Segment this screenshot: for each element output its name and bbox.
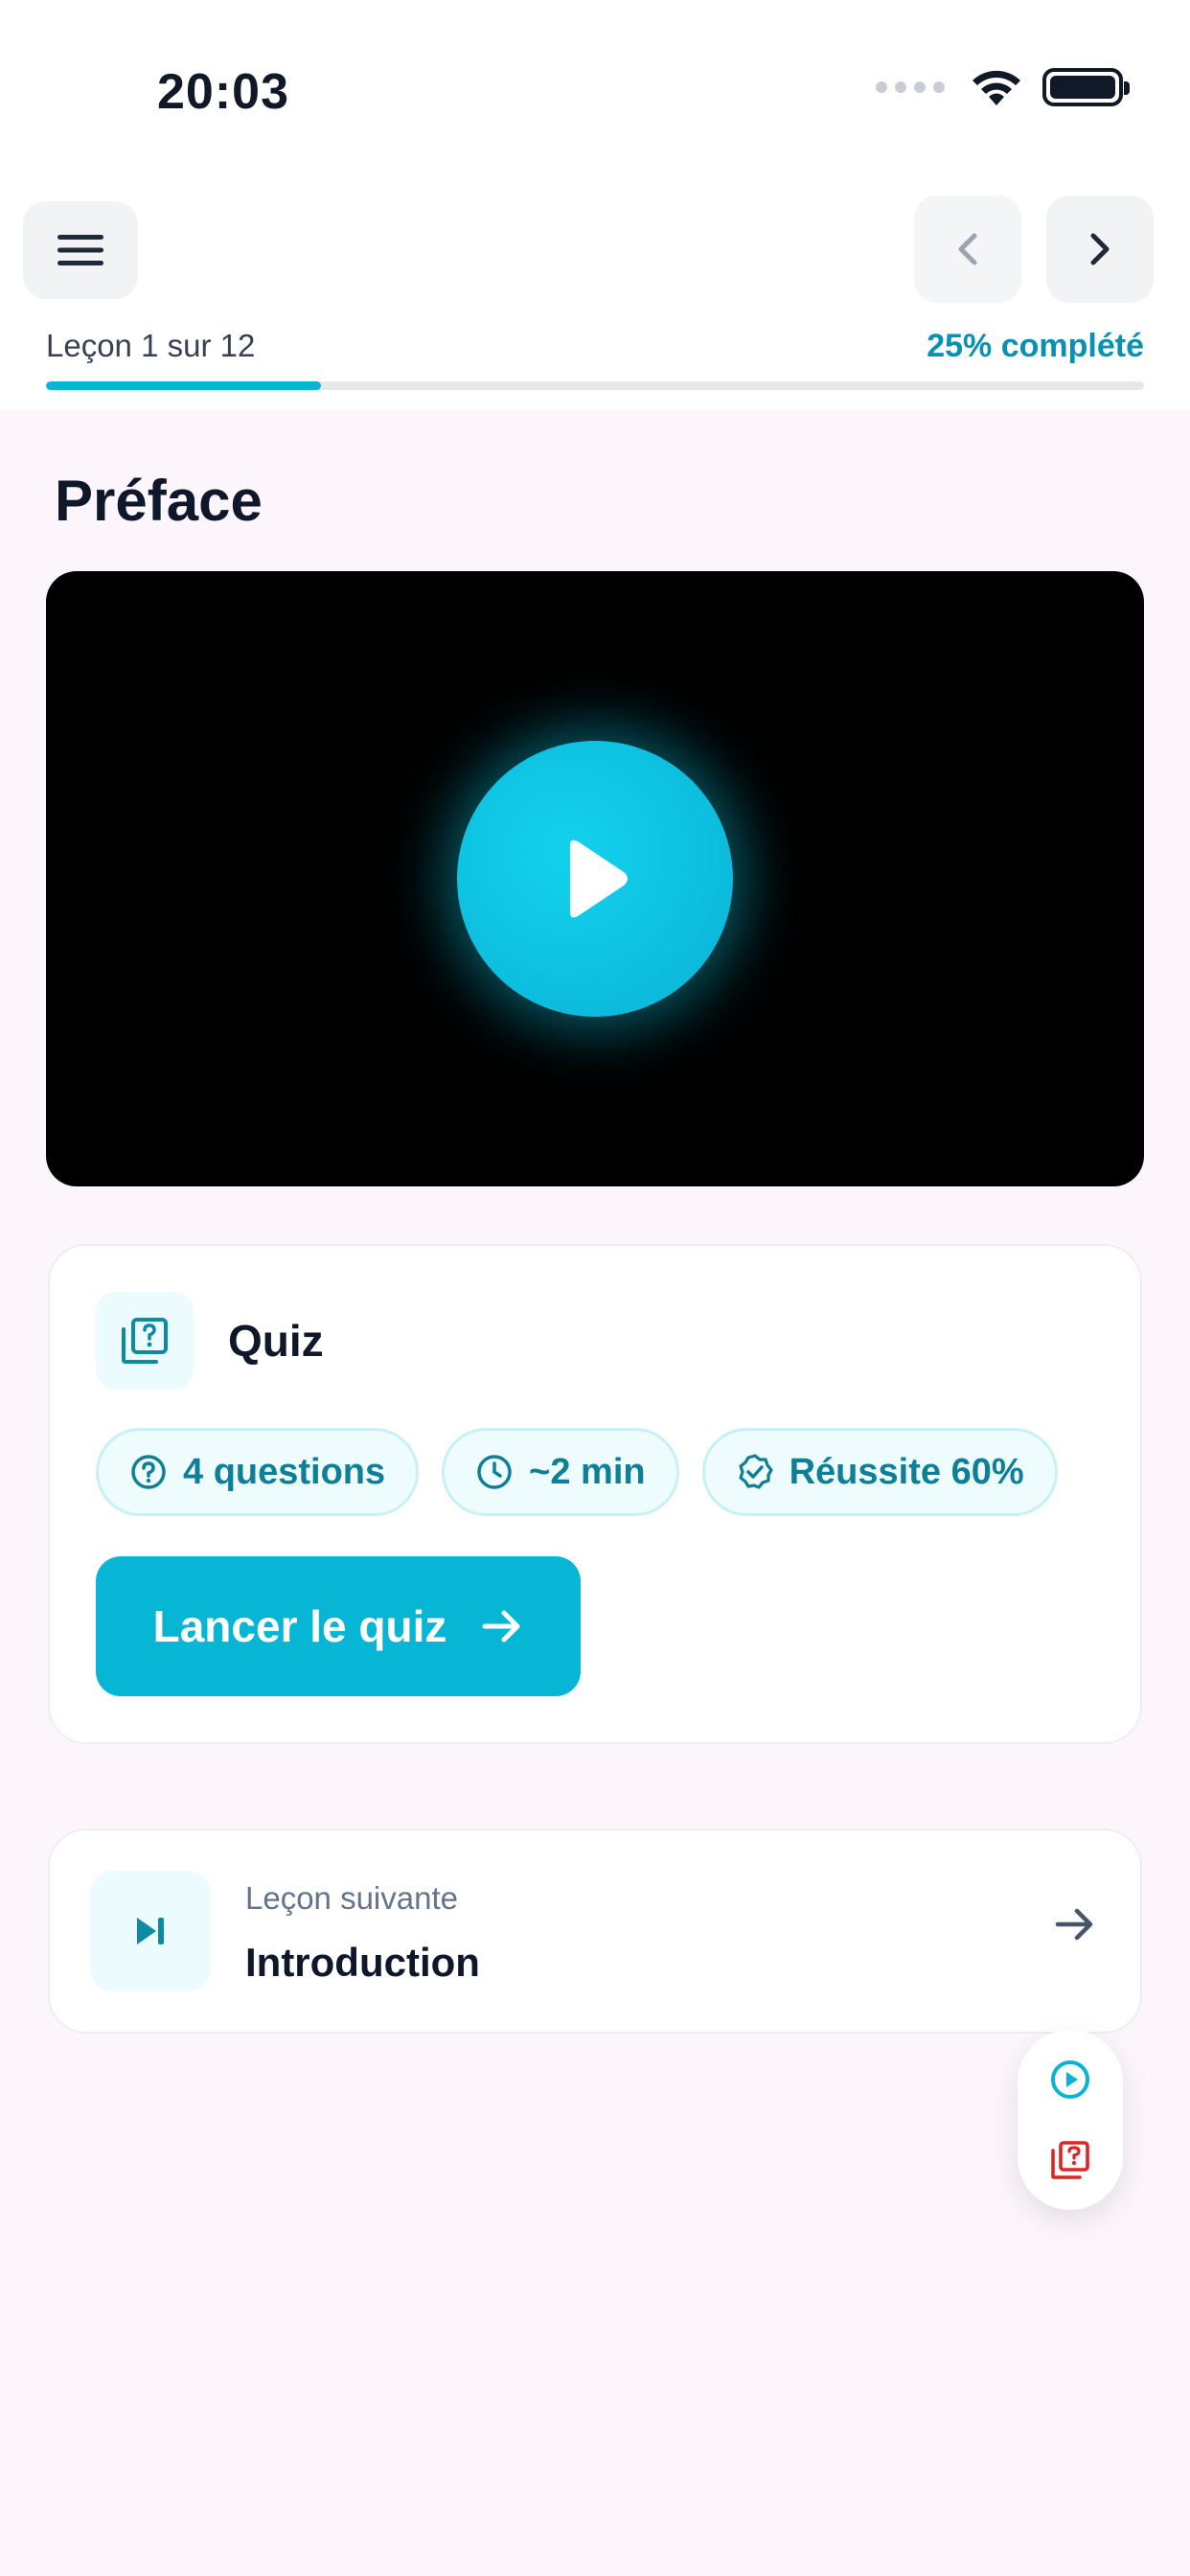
chip-label: ~2 min	[529, 1451, 646, 1492]
video-player[interactable]	[46, 571, 1144, 1186]
chip-pass-rate: Réussite 60%	[701, 1428, 1058, 1516]
hamburger-icon	[57, 235, 103, 265]
completion-text: 25% complété	[927, 328, 1144, 364]
wifi-icon	[973, 70, 1020, 105]
next-lesson-label: Leçon suivante	[245, 1880, 458, 1916]
quiz-icon[interactable]	[1049, 2139, 1091, 2181]
chevron-left-icon	[958, 233, 977, 265]
chip-duration: ~2 min	[442, 1428, 679, 1516]
quiz-meta-chips: 4 questions ~2 min Réussite 60%	[96, 1428, 1058, 1516]
arrow-right-icon	[482, 1610, 520, 1643]
menu-button[interactable]	[23, 201, 138, 299]
badge-check-icon	[739, 1454, 773, 1489]
quiz-icon	[122, 1318, 168, 1364]
chevron-right-icon	[1090, 233, 1110, 265]
skip-forward-icon	[137, 1918, 164, 1944]
battery-icon	[1042, 68, 1130, 106]
progress-bar	[46, 381, 1144, 390]
signal-icon	[876, 81, 945, 93]
question-circle-icon	[131, 1455, 166, 1489]
next-lesson-button[interactable]	[1046, 196, 1154, 303]
chip-label: Réussite 60%	[789, 1451, 1024, 1492]
quiz-icon-box	[96, 1292, 194, 1390]
quiz-card: Quiz 4 questions ~2 min Réussite 60% Lan…	[48, 1244, 1142, 1744]
status-icons	[876, 67, 1130, 107]
start-quiz-button[interactable]: Lancer le quiz	[96, 1556, 581, 1696]
next-lesson-card[interactable]: Leçon suivante Introduction	[48, 1828, 1142, 2034]
clock-icon	[477, 1455, 512, 1489]
play-button[interactable]	[457, 741, 733, 1017]
next-icon-box	[90, 1871, 211, 1991]
play-circle-icon[interactable]	[1049, 2058, 1091, 2101]
arrow-right-icon	[1055, 1908, 1093, 1941]
play-icon	[570, 840, 628, 918]
status-time: 20:03	[157, 64, 289, 120]
previous-lesson-button[interactable]	[914, 196, 1021, 303]
progress-bar-fill	[46, 381, 321, 390]
quiz-title: Quiz	[228, 1316, 324, 1366]
page-title: Préface	[55, 469, 263, 533]
floating-action-menu	[1018, 2030, 1123, 2210]
chip-question-count: 4 questions	[96, 1428, 420, 1516]
chip-label: 4 questions	[183, 1451, 386, 1492]
start-quiz-label: Lancer le quiz	[152, 1601, 447, 1651]
lesson-counter: Leçon 1 sur 12	[46, 328, 256, 363]
next-lesson-title: Introduction	[245, 1940, 480, 1985]
